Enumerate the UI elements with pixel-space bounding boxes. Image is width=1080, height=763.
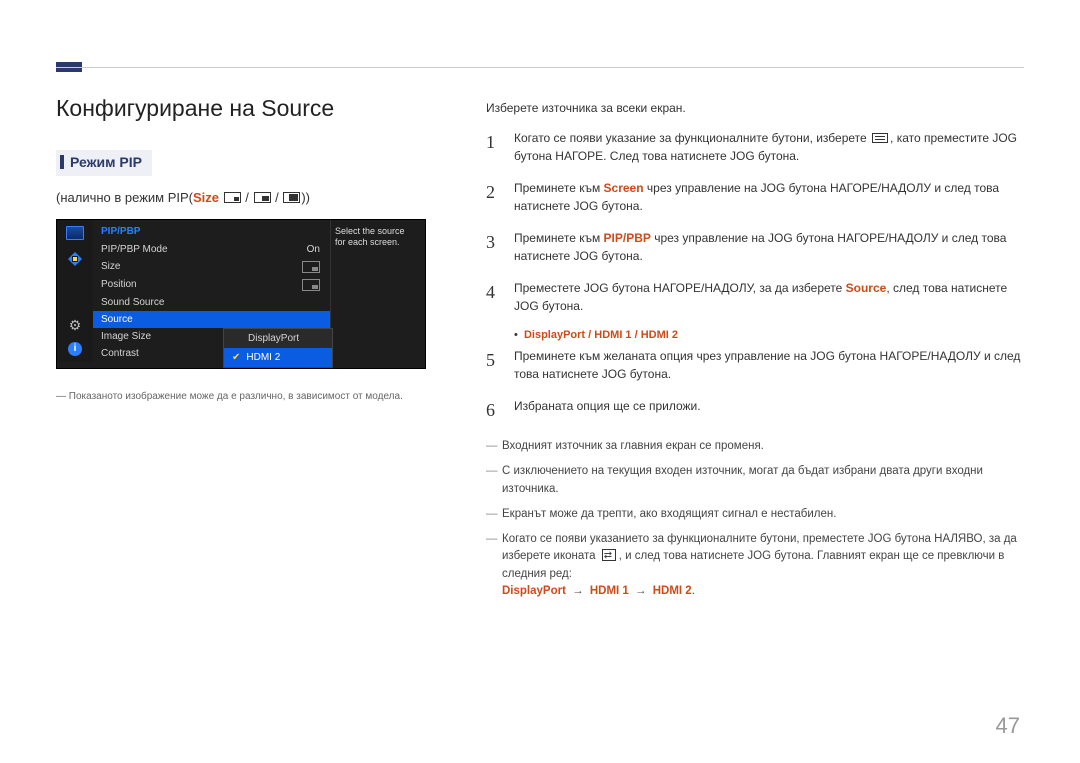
osd-item-position: Position: [93, 276, 330, 294]
step-3: 3 Преминете към PIP/PBP чрез управление …: [486, 229, 1024, 265]
step-4: 4 Преместете JOG бутона НАГОРЕ/НАДОЛУ, з…: [486, 279, 1024, 315]
note-1: Входният източник за главния екран се пр…: [486, 438, 1024, 455]
mode-label: Режим PIP: [70, 154, 142, 170]
osd-sidebar: ⚙ i: [57, 220, 93, 362]
pip-pos-icon: [302, 279, 320, 291]
step-6: 6 Избраната опция ще се приложи.: [486, 397, 1024, 424]
note-4: Когато се появи указанието за функционал…: [486, 531, 1024, 600]
check-icon: ✔: [232, 352, 240, 363]
availability-line: (налично в режим PIP(Size / / )): [56, 190, 446, 205]
intro-text: Изберете източника за всеки екран.: [486, 101, 1024, 115]
osd-sub-displayport: DisplayPort: [224, 329, 332, 348]
osd-item-mode: PIP/PBP ModeOn: [93, 241, 330, 258]
osd-item-sound: Sound Source: [93, 294, 330, 311]
nav-icon: [66, 250, 84, 268]
page-title: Конфигуриране на Source: [56, 95, 446, 122]
mode-badge: Режим PIP: [56, 150, 152, 176]
pip-size-medium-icon: [254, 192, 271, 203]
screen-icon: [66, 226, 84, 240]
model-footnote: Показаното изображение може да е различн…: [56, 391, 446, 402]
pip-size-small-icon: [224, 192, 241, 203]
notes-list: Входният източник за главния екран се пр…: [486, 438, 1024, 600]
swap-icon: [602, 549, 616, 561]
page-number: 47: [996, 713, 1020, 739]
osd-screenshot: ⚙ i PIP/PBP PIP/PBP ModeOn Size: [56, 219, 426, 369]
note-2: С изключението на текущия входен източни…: [486, 463, 1024, 498]
step-5: 5 Преминете към желаната опция чрез упра…: [486, 347, 1024, 383]
osd-submenu: DisplayPort ✔HDMI 2: [223, 328, 333, 368]
step-2: 2 Преминете към Screen чрез управление н…: [486, 179, 1024, 215]
gear-icon: ⚙: [66, 318, 84, 332]
info-icon: i: [68, 342, 82, 356]
pip-thumb-icon: [302, 261, 320, 273]
osd-item-size: Size: [93, 258, 330, 276]
options-bullet: • DisplayPort / HDMI 1 / HDMI 2: [514, 329, 1024, 341]
pip-size-large-icon: [283, 192, 300, 203]
osd-header: PIP/PBP: [93, 220, 330, 241]
osd-tip: Select the source for each screen.: [330, 220, 425, 362]
osd-sub-hdmi2: ✔HDMI 2: [224, 348, 332, 367]
menu-icon: [872, 133, 888, 143]
step-1: 1 Когато се появи указание за функционал…: [486, 129, 1024, 165]
note-3: Екранът може да трепти, ако входящият си…: [486, 506, 1024, 523]
osd-item-source: Source: [93, 311, 330, 328]
header-rule: [56, 67, 1024, 68]
